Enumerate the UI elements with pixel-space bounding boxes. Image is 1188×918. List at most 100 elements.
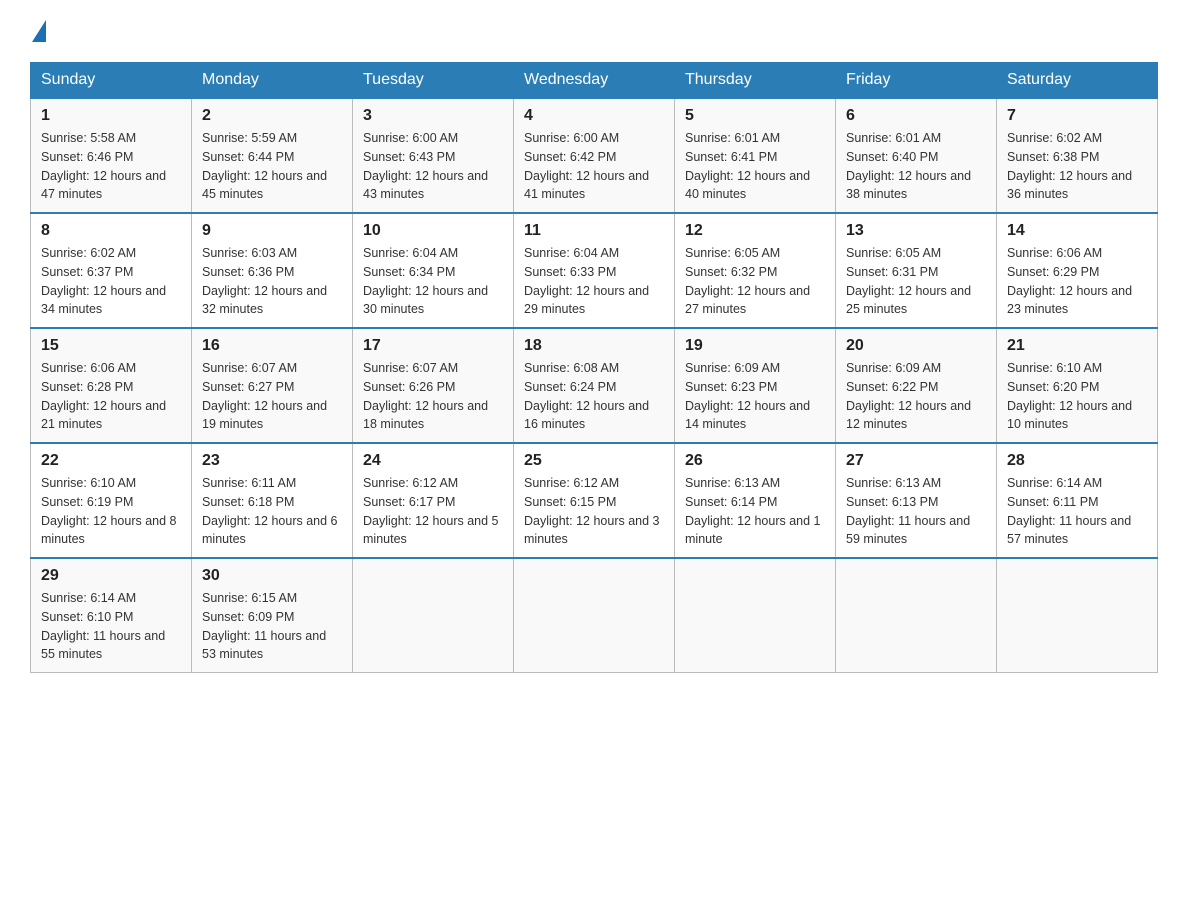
calendar-cell: 10 Sunrise: 6:04 AMSunset: 6:34 PMDayligh… bbox=[353, 213, 514, 328]
day-info: Sunrise: 6:10 AMSunset: 6:19 PMDaylight:… bbox=[41, 474, 181, 549]
calendar-cell: 5 Sunrise: 6:01 AMSunset: 6:41 PMDaylight… bbox=[675, 98, 836, 213]
calendar-cell: 15 Sunrise: 6:06 AMSunset: 6:28 PMDayligh… bbox=[31, 328, 192, 443]
weekday-header-friday: Friday bbox=[836, 63, 997, 99]
day-number: 10 bbox=[363, 222, 503, 240]
day-info: Sunrise: 6:12 AMSunset: 6:17 PMDaylight:… bbox=[363, 474, 503, 549]
day-info: Sunrise: 6:07 AMSunset: 6:27 PMDaylight:… bbox=[202, 359, 342, 434]
calendar-table: SundayMondayTuesdayWednesdayThursdayFrid… bbox=[30, 62, 1158, 673]
calendar-header-row: SundayMondayTuesdayWednesdayThursdayFrid… bbox=[31, 63, 1158, 99]
day-info: Sunrise: 6:10 AMSunset: 6:20 PMDaylight:… bbox=[1007, 359, 1147, 434]
calendar-cell: 19 Sunrise: 6:09 AMSunset: 6:23 PMDayligh… bbox=[675, 328, 836, 443]
day-number: 8 bbox=[41, 222, 181, 240]
day-number: 5 bbox=[685, 107, 825, 125]
calendar-cell: 4 Sunrise: 6:00 AMSunset: 6:42 PMDaylight… bbox=[514, 98, 675, 213]
day-number: 20 bbox=[846, 337, 986, 355]
weekday-header-thursday: Thursday bbox=[675, 63, 836, 99]
calendar-cell: 1 Sunrise: 5:58 AMSunset: 6:46 PMDaylight… bbox=[31, 98, 192, 213]
calendar-cell bbox=[997, 558, 1158, 673]
day-info: Sunrise: 6:04 AMSunset: 6:34 PMDaylight:… bbox=[363, 244, 503, 319]
day-number: 19 bbox=[685, 337, 825, 355]
day-number: 26 bbox=[685, 452, 825, 470]
calendar-cell: 11 Sunrise: 6:04 AMSunset: 6:33 PMDayligh… bbox=[514, 213, 675, 328]
calendar-cell: 3 Sunrise: 6:00 AMSunset: 6:43 PMDaylight… bbox=[353, 98, 514, 213]
calendar-cell bbox=[675, 558, 836, 673]
day-number: 30 bbox=[202, 567, 342, 585]
day-info: Sunrise: 6:05 AMSunset: 6:32 PMDaylight:… bbox=[685, 244, 825, 319]
logo bbox=[30, 20, 48, 42]
calendar-cell: 7 Sunrise: 6:02 AMSunset: 6:38 PMDaylight… bbox=[997, 98, 1158, 213]
day-info: Sunrise: 6:11 AMSunset: 6:18 PMDaylight:… bbox=[202, 474, 342, 549]
week-row-1: 1 Sunrise: 5:58 AMSunset: 6:46 PMDaylight… bbox=[31, 98, 1158, 213]
weekday-header-tuesday: Tuesday bbox=[353, 63, 514, 99]
day-number: 16 bbox=[202, 337, 342, 355]
logo-triangle-icon bbox=[32, 20, 46, 42]
day-number: 25 bbox=[524, 452, 664, 470]
day-info: Sunrise: 6:15 AMSunset: 6:09 PMDaylight:… bbox=[202, 589, 342, 664]
calendar-cell: 22 Sunrise: 6:10 AMSunset: 6:19 PMDayligh… bbox=[31, 443, 192, 558]
day-number: 1 bbox=[41, 107, 181, 125]
calendar-cell: 6 Sunrise: 6:01 AMSunset: 6:40 PMDaylight… bbox=[836, 98, 997, 213]
calendar-cell: 29 Sunrise: 6:14 AMSunset: 6:10 PMDayligh… bbox=[31, 558, 192, 673]
day-number: 3 bbox=[363, 107, 503, 125]
day-number: 21 bbox=[1007, 337, 1147, 355]
calendar-cell: 17Sunrise: 6:07 AMSunset: 6:26 PMDayligh… bbox=[353, 328, 514, 443]
calendar-cell bbox=[353, 558, 514, 673]
day-number: 24 bbox=[363, 452, 503, 470]
calendar-cell: 13Sunrise: 6:05 AMSunset: 6:31 PMDayligh… bbox=[836, 213, 997, 328]
calendar-cell bbox=[514, 558, 675, 673]
calendar-cell: 27 Sunrise: 6:13 AMSunset: 6:13 PMDayligh… bbox=[836, 443, 997, 558]
day-number: 18 bbox=[524, 337, 664, 355]
day-info: Sunrise: 6:01 AMSunset: 6:41 PMDaylight:… bbox=[685, 129, 825, 204]
calendar-cell: 24 Sunrise: 6:12 AMSunset: 6:17 PMDayligh… bbox=[353, 443, 514, 558]
weekday-header-monday: Monday bbox=[192, 63, 353, 99]
calendar-cell: 21 Sunrise: 6:10 AMSunset: 6:20 PMDayligh… bbox=[997, 328, 1158, 443]
calendar-cell: 9Sunrise: 6:03 AMSunset: 6:36 PMDaylight… bbox=[192, 213, 353, 328]
day-info: Sunrise: 6:06 AMSunset: 6:29 PMDaylight:… bbox=[1007, 244, 1147, 319]
calendar-cell: 16 Sunrise: 6:07 AMSunset: 6:27 PMDayligh… bbox=[192, 328, 353, 443]
day-info: Sunrise: 6:00 AMSunset: 6:42 PMDaylight:… bbox=[524, 129, 664, 204]
day-info: Sunrise: 5:58 AMSunset: 6:46 PMDaylight:… bbox=[41, 129, 181, 204]
day-number: 27 bbox=[846, 452, 986, 470]
day-number: 14 bbox=[1007, 222, 1147, 240]
day-info: Sunrise: 6:09 AMSunset: 6:23 PMDaylight:… bbox=[685, 359, 825, 434]
day-number: 15 bbox=[41, 337, 181, 355]
day-info: Sunrise: 5:59 AMSunset: 6:44 PMDaylight:… bbox=[202, 129, 342, 204]
day-info: Sunrise: 6:13 AMSunset: 6:13 PMDaylight:… bbox=[846, 474, 986, 549]
day-info: Sunrise: 6:06 AMSunset: 6:28 PMDaylight:… bbox=[41, 359, 181, 434]
day-info: Sunrise: 6:09 AMSunset: 6:22 PMDaylight:… bbox=[846, 359, 986, 434]
day-info: Sunrise: 6:04 AMSunset: 6:33 PMDaylight:… bbox=[524, 244, 664, 319]
week-row-3: 15 Sunrise: 6:06 AMSunset: 6:28 PMDayligh… bbox=[31, 328, 1158, 443]
week-row-2: 8 Sunrise: 6:02 AMSunset: 6:37 PMDaylight… bbox=[31, 213, 1158, 328]
day-number: 17 bbox=[363, 337, 503, 355]
calendar-cell: 25Sunrise: 6:12 AMSunset: 6:15 PMDayligh… bbox=[514, 443, 675, 558]
day-number: 22 bbox=[41, 452, 181, 470]
weekday-header-saturday: Saturday bbox=[997, 63, 1158, 99]
day-number: 13 bbox=[846, 222, 986, 240]
weekday-header-wednesday: Wednesday bbox=[514, 63, 675, 99]
day-info: Sunrise: 6:01 AMSunset: 6:40 PMDaylight:… bbox=[846, 129, 986, 204]
day-number: 2 bbox=[202, 107, 342, 125]
calendar-cell: 14 Sunrise: 6:06 AMSunset: 6:29 PMDayligh… bbox=[997, 213, 1158, 328]
day-number: 29 bbox=[41, 567, 181, 585]
day-info: Sunrise: 6:08 AMSunset: 6:24 PMDaylight:… bbox=[524, 359, 664, 434]
page-header bbox=[30, 20, 1158, 42]
week-row-4: 22 Sunrise: 6:10 AMSunset: 6:19 PMDayligh… bbox=[31, 443, 1158, 558]
day-number: 11 bbox=[524, 222, 664, 240]
day-number: 12 bbox=[685, 222, 825, 240]
day-info: Sunrise: 6:14 AMSunset: 6:10 PMDaylight:… bbox=[41, 589, 181, 664]
day-info: Sunrise: 6:02 AMSunset: 6:38 PMDaylight:… bbox=[1007, 129, 1147, 204]
calendar-cell: 23 Sunrise: 6:11 AMSunset: 6:18 PMDayligh… bbox=[192, 443, 353, 558]
calendar-cell: 28Sunrise: 6:14 AMSunset: 6:11 PMDayligh… bbox=[997, 443, 1158, 558]
day-info: Sunrise: 6:03 AMSunset: 6:36 PMDaylight:… bbox=[202, 244, 342, 319]
day-number: 23 bbox=[202, 452, 342, 470]
calendar-cell: 26 Sunrise: 6:13 AMSunset: 6:14 PMDayligh… bbox=[675, 443, 836, 558]
day-number: 4 bbox=[524, 107, 664, 125]
day-number: 7 bbox=[1007, 107, 1147, 125]
day-info: Sunrise: 6:00 AMSunset: 6:43 PMDaylight:… bbox=[363, 129, 503, 204]
day-info: Sunrise: 6:02 AMSunset: 6:37 PMDaylight:… bbox=[41, 244, 181, 319]
day-number: 6 bbox=[846, 107, 986, 125]
calendar-cell: 8 Sunrise: 6:02 AMSunset: 6:37 PMDaylight… bbox=[31, 213, 192, 328]
weekday-header-sunday: Sunday bbox=[31, 63, 192, 99]
day-info: Sunrise: 6:13 AMSunset: 6:14 PMDaylight:… bbox=[685, 474, 825, 549]
calendar-cell bbox=[836, 558, 997, 673]
